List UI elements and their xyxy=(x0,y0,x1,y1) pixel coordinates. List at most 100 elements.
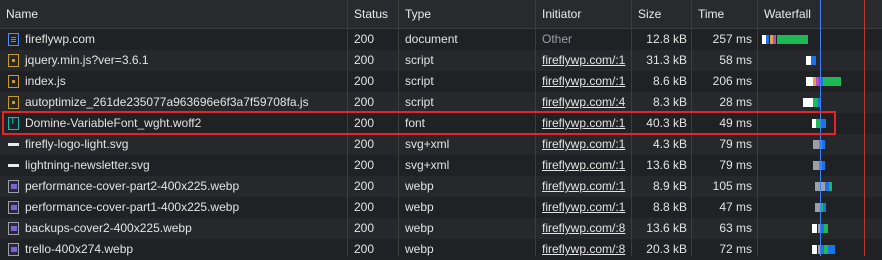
status-code-cell: 200 xyxy=(348,155,401,176)
status-code-cell: 200 xyxy=(348,176,401,197)
request-time: 58 ms xyxy=(719,53,752,67)
initiator-link[interactable]: fireflywp.com/:1 xyxy=(542,158,625,172)
resource-type-cell: script xyxy=(399,50,535,71)
request-time: 79 ms xyxy=(719,137,752,151)
table-row[interactable]: lightning-newsletter.svg 200 svg+xml firefl… xyxy=(0,155,882,176)
status-code: 200 xyxy=(354,200,375,214)
request-name-cell: autoptimize_261de235077a963696e6f3a7f597… xyxy=(0,92,347,113)
transfer-size-cell: 31.3 kB xyxy=(632,50,691,71)
initiator-link[interactable]: fireflywp.com/:1 xyxy=(542,53,625,67)
waterfall-bar xyxy=(823,203,826,212)
status-code: 200 xyxy=(354,242,375,256)
request-name: autoptimize_261de235077a963696e6f3a7f597… xyxy=(25,95,309,109)
waterfall-bar xyxy=(812,224,817,233)
transfer-size: 13.6 kB xyxy=(646,158,687,172)
request-name-cell: trello-400x274.webp xyxy=(0,239,347,260)
resource-type-cell: webp xyxy=(399,239,535,260)
request-time-cell: 105 ms xyxy=(692,176,758,197)
status-code-cell: 200 xyxy=(348,92,401,113)
waterfall-bar xyxy=(773,35,776,44)
initiator-link[interactable]: fireflywp.com/:1 xyxy=(542,200,625,214)
status-code-cell: 200 xyxy=(348,218,401,239)
waterfall-bar xyxy=(828,245,835,254)
table-row[interactable]: index.js 200 script fireflywp.com/:1 8.6 kB 2… xyxy=(0,71,882,92)
initiator-link[interactable]: fireflywp.com/:8 xyxy=(542,221,625,235)
table-row[interactable]: performance-cover-part2-400x225.webp 200 w… xyxy=(0,176,882,197)
table-row[interactable]: fireflywp.com 200 document Other 12.8 kB 257 … xyxy=(0,29,882,50)
status-code: 200 xyxy=(354,32,375,46)
initiator-link[interactable]: fireflywp.com/:1 xyxy=(542,137,625,151)
request-time: 206 ms xyxy=(712,74,752,88)
status-code-cell: 200 xyxy=(348,50,401,71)
status-code: 200 xyxy=(354,95,375,109)
request-name: performance-cover-part1-400x225.webp xyxy=(25,200,240,214)
column-header-name[interactable]: Name xyxy=(0,0,347,28)
request-time-cell: 72 ms xyxy=(692,239,758,260)
request-name-cell: jquery.min.js?ver=3.6.1 xyxy=(0,50,347,71)
status-code-cell: 200 xyxy=(348,197,401,218)
waterfall-bar xyxy=(811,56,816,65)
resource-type: svg+xml xyxy=(405,137,450,151)
waterfall-bar xyxy=(777,35,808,44)
initiator-link-cell: fireflywp.com/:1 xyxy=(536,155,632,176)
request-name: fireflywp.com xyxy=(25,32,96,46)
request-time: 63 ms xyxy=(719,221,752,235)
table-row[interactable]: trello-400x274.webp 200 webp fireflywp.com/… xyxy=(0,239,882,260)
status-code: 200 xyxy=(354,53,375,67)
transfer-size: 20.3 kB xyxy=(646,242,687,256)
table-row[interactable]: firefly-logo-light.svg 200 svg+xml fireflyw… xyxy=(0,134,882,155)
selected-row-highlight xyxy=(2,111,836,135)
initiator-link[interactable]: fireflywp.com/:1 xyxy=(542,179,625,193)
request-time-cell: 206 ms xyxy=(692,71,758,92)
transfer-size-cell: 13.6 kB xyxy=(632,155,691,176)
column-header-type[interactable]: Type xyxy=(399,0,535,28)
transfer-size: 8.8 kB xyxy=(652,200,687,214)
resource-type-cell: script xyxy=(399,92,535,113)
table-row[interactable]: jquery.min.js?ver=3.6.1 200 script fireflyw… xyxy=(0,50,882,71)
column-header-initiator[interactable]: Initiator xyxy=(536,0,632,28)
resource-type: webp xyxy=(405,200,434,214)
transfer-size: 4.3 kB xyxy=(652,137,687,151)
waterfall-bar xyxy=(823,77,841,86)
status-code: 200 xyxy=(354,158,375,172)
request-name-cell: index.js xyxy=(0,71,347,92)
status-code-cell: 200 xyxy=(348,134,401,155)
transfer-size-cell: 8.6 kB xyxy=(632,71,691,92)
waterfall-bar xyxy=(812,245,817,254)
request-time-cell: 58 ms xyxy=(692,50,758,71)
resource-type: webp xyxy=(405,221,434,235)
status-code: 200 xyxy=(354,221,375,235)
initiator-text-cell: Other xyxy=(536,29,632,50)
status-code: 200 xyxy=(354,179,375,193)
request-time: 257 ms xyxy=(712,32,752,46)
column-header-size[interactable]: Size xyxy=(632,0,691,28)
initiator-link-cell: fireflywp.com/:4 xyxy=(536,92,632,113)
waterfall-bar xyxy=(824,224,828,233)
table-row[interactable]: performance-cover-part1-400x225.webp 200 w… xyxy=(0,197,882,218)
resource-type: script xyxy=(405,74,434,88)
status-code-cell: 200 xyxy=(348,71,401,92)
initiator-link[interactable]: fireflywp.com/:8 xyxy=(542,242,625,256)
request-time-cell: 257 ms xyxy=(692,29,758,50)
request-name: backups-cover2-400x225.webp xyxy=(25,221,192,235)
transfer-size: 12.8 kB xyxy=(646,32,687,46)
request-time: 72 ms xyxy=(719,242,752,256)
transfer-size: 8.6 kB xyxy=(652,74,687,88)
initiator-link[interactable]: fireflywp.com/:4 xyxy=(542,95,625,109)
request-time-cell: 28 ms xyxy=(692,92,758,113)
request-time-cell: 79 ms xyxy=(692,155,758,176)
column-header-time[interactable]: Time xyxy=(692,0,758,28)
waterfall-bar xyxy=(766,35,769,44)
status-code-cell: 200 xyxy=(348,239,401,260)
transfer-size-cell: 8.8 kB xyxy=(632,197,691,218)
waterfall-bar xyxy=(806,77,813,86)
column-header-status[interactable]: Status xyxy=(348,0,399,28)
table-row[interactable]: autoptimize_261de235077a963696e6f3a7f597… xyxy=(0,92,882,113)
request-time: 47 ms xyxy=(719,200,752,214)
request-name: jquery.min.js?ver=3.6.1 xyxy=(25,53,149,67)
table-row[interactable]: backups-cover2-400x225.webp 200 webp firefl… xyxy=(0,218,882,239)
resource-type-cell: svg+xml xyxy=(399,155,535,176)
request-name-cell: backups-cover2-400x225.webp xyxy=(0,218,347,239)
status-code-cell: 200 xyxy=(348,29,401,50)
initiator-link[interactable]: fireflywp.com/:1 xyxy=(542,74,625,88)
